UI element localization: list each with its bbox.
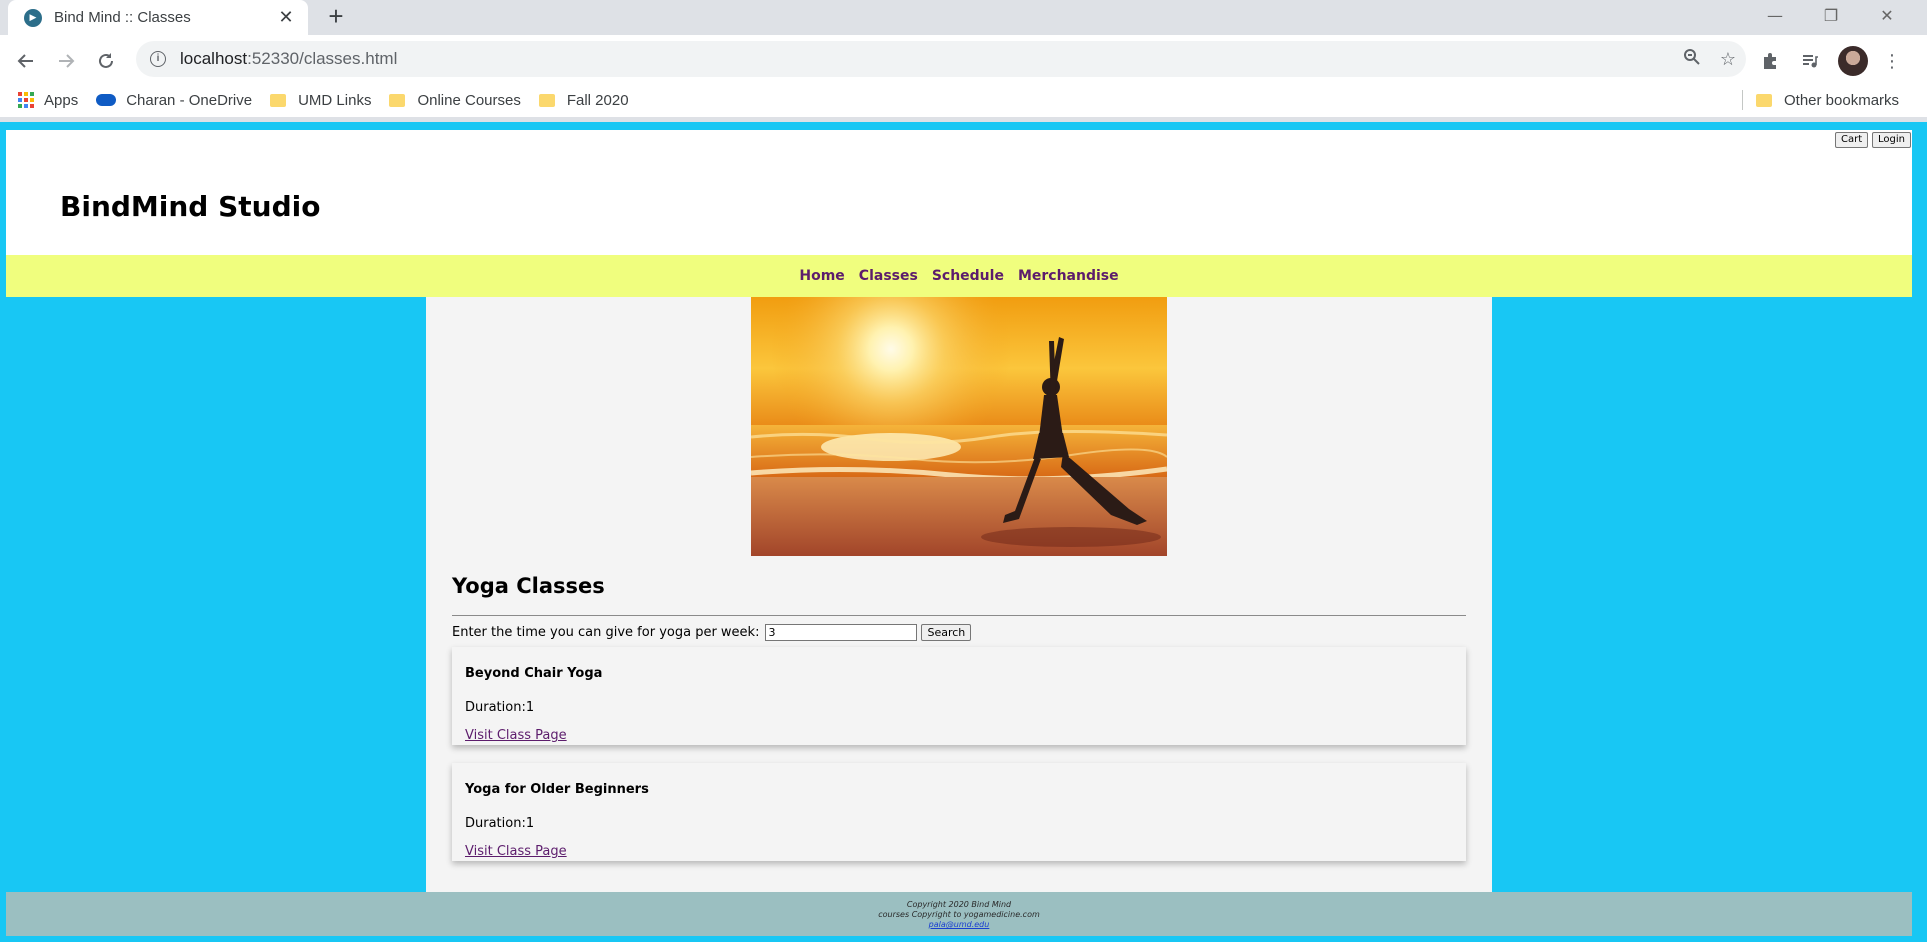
search-prompt: Enter the time you can give for yoga per… [452, 624, 760, 640]
bookmark-umd-links[interactable]: UMD Links [270, 86, 371, 114]
site-footer: Copyright 2020 Bind Mind courses Copyrig… [6, 892, 1912, 936]
class-card: Beyond Chair Yoga Duration:1 Visit Class… [452, 647, 1466, 745]
login-button[interactable]: Login [1872, 132, 1911, 148]
media-queue-icon[interactable] [1794, 45, 1826, 77]
close-tab-icon[interactable]: ✕ [276, 7, 296, 28]
footer-credit: courses Copyright to yogamedicine.com [878, 910, 1040, 919]
site-title: BindMind Studio [60, 190, 321, 223]
bookmark-label: Fall 2020 [566, 91, 629, 109]
bookmark-onedrive[interactable]: Charan - OneDrive [96, 86, 252, 114]
url-text[interactable]: localhost:52330/classes.html [180, 49, 1674, 69]
apps-grid-icon [18, 92, 34, 108]
close-window-icon[interactable]: ✕ [1859, 0, 1915, 30]
class-duration: Duration:1 [465, 816, 535, 831]
bookmark-other[interactable]: Other bookmarks [1756, 83, 1899, 117]
profile-avatar[interactable] [1838, 46, 1868, 76]
nav-home[interactable]: Home [799, 268, 844, 284]
browser-tabstrip: ▶ Bind Mind :: Classes ✕ + — ❐ ✕ [0, 0, 1927, 35]
extensions-puzzle-icon[interactable] [1754, 45, 1786, 77]
nav-classes[interactable]: Classes [859, 268, 918, 284]
bookmark-online-courses[interactable]: Online Courses [389, 86, 521, 114]
visit-class-page-link[interactable]: Visit Class Page [465, 844, 567, 859]
footer-email-link[interactable]: pala@umd.edu [929, 920, 990, 929]
search-row: Enter the time you can give for yoga per… [452, 622, 972, 642]
class-card: Yoga for Older Beginners Duration:1 Visi… [452, 763, 1466, 861]
bookmark-label: Online Courses [417, 91, 521, 109]
bookmark-label: Other bookmarks [1784, 91, 1900, 109]
tab-title: Bind Mind :: Classes [54, 9, 191, 26]
folder-icon [270, 93, 287, 107]
bookmark-apps[interactable]: Apps [18, 86, 78, 114]
back-arrow-icon[interactable] [10, 45, 42, 77]
bookmarks-divider [1742, 90, 1743, 110]
page-frame: BindMind Studio Cart Login Home Classes … [6, 130, 1912, 936]
class-title: Beyond Chair Yoga [465, 666, 603, 681]
bookmark-label: UMD Links [298, 91, 372, 109]
reload-icon[interactable] [90, 45, 122, 77]
bookmark-label: Charan - OneDrive [126, 91, 253, 109]
time-per-week-input[interactable] [765, 623, 918, 641]
site-favicon-icon: ▶ [24, 8, 42, 27]
zoom-icon[interactable] [1674, 48, 1710, 71]
browser-menu-icon[interactable]: ⋮ [1876, 45, 1908, 77]
bookmark-fall-2020[interactable]: Fall 2020 [538, 86, 629, 114]
folder-icon [538, 93, 555, 107]
nav-schedule[interactable]: Schedule [932, 268, 1004, 284]
page-viewport: BindMind Studio Cart Login Home Classes … [0, 122, 1927, 942]
site-header: BindMind Studio Cart Login [6, 130, 1912, 255]
visit-class-page-link[interactable]: Visit Class Page [465, 728, 567, 743]
bookmark-label: Apps [44, 91, 79, 109]
hero-image-yoga-sunset [751, 297, 1167, 556]
browser-toolbar: i localhost:52330/classes.html ☆ ⋮ Apps [0, 35, 1927, 117]
folder-icon [1756, 93, 1772, 107]
class-duration: Duration:1 [465, 700, 535, 715]
folder-icon [389, 93, 406, 107]
bookmarks-bar: Apps Charan - OneDrive UMD Links Online … [0, 83, 1927, 117]
minimize-window-icon[interactable]: — [1747, 0, 1803, 30]
search-button[interactable]: Search [921, 623, 972, 641]
address-bar[interactable]: i localhost:52330/classes.html ☆ [136, 41, 1746, 77]
divider [452, 615, 1466, 616]
site-info-icon[interactable]: i [150, 51, 166, 67]
forward-arrow-icon[interactable] [50, 45, 82, 77]
onedrive-cloud-icon [96, 94, 117, 106]
page-heading: Yoga Classes [452, 574, 605, 598]
new-tab-button[interactable]: + [322, 3, 350, 31]
footer-copyright: Copyright 2020 Bind Mind [906, 900, 1012, 909]
site-nav: Home Classes Schedule Merchandise [6, 255, 1912, 297]
class-title: Yoga for Older Beginners [465, 782, 649, 797]
restore-window-icon[interactable]: ❐ [1803, 0, 1859, 30]
browser-tab[interactable]: ▶ Bind Mind :: Classes ✕ [8, 0, 308, 35]
cart-button[interactable]: Cart [1835, 132, 1869, 148]
nav-merchandise[interactable]: Merchandise [1018, 268, 1119, 284]
main-content: Yoga Classes Enter the time you can give… [426, 297, 1492, 892]
bookmark-star-icon[interactable]: ☆ [1710, 49, 1746, 70]
